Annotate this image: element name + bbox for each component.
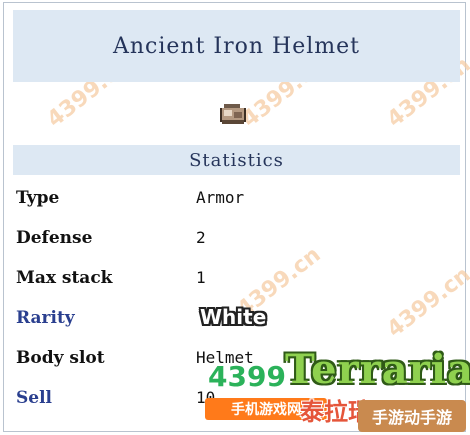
stat-value: 1 <box>196 268 206 287</box>
item-title: Ancient Iron Helmet <box>13 10 460 82</box>
stat-label: Body slot <box>16 348 105 368</box>
stat-label: Type <box>16 188 60 208</box>
watermark-logo-4399: 4399 <box>208 360 286 393</box>
stat-value: 2 <box>196 228 206 247</box>
stat-row-max-stack: Max stack 1 <box>0 268 470 308</box>
stat-label: Max stack <box>16 268 113 288</box>
stat-row-defense: Defense 2 <box>0 228 470 268</box>
statistics-header: Statistics <box>13 145 460 175</box>
helmet-icon <box>220 104 246 124</box>
watermark-logo-terraria: Terraria <box>285 346 470 393</box>
sell-link[interactable]: Sell <box>16 388 52 408</box>
rarity-value-badge: White <box>200 305 267 329</box>
watermark-corner-badge: 手游动手游 <box>358 400 466 432</box>
stat-label: Defense <box>16 228 93 248</box>
rarity-link[interactable]: Rarity <box>16 308 75 328</box>
stat-row-type: Type Armor <box>0 188 470 228</box>
stat-row-rarity: Rarity White <box>0 305 470 348</box>
stat-value: Armor <box>196 188 245 207</box>
